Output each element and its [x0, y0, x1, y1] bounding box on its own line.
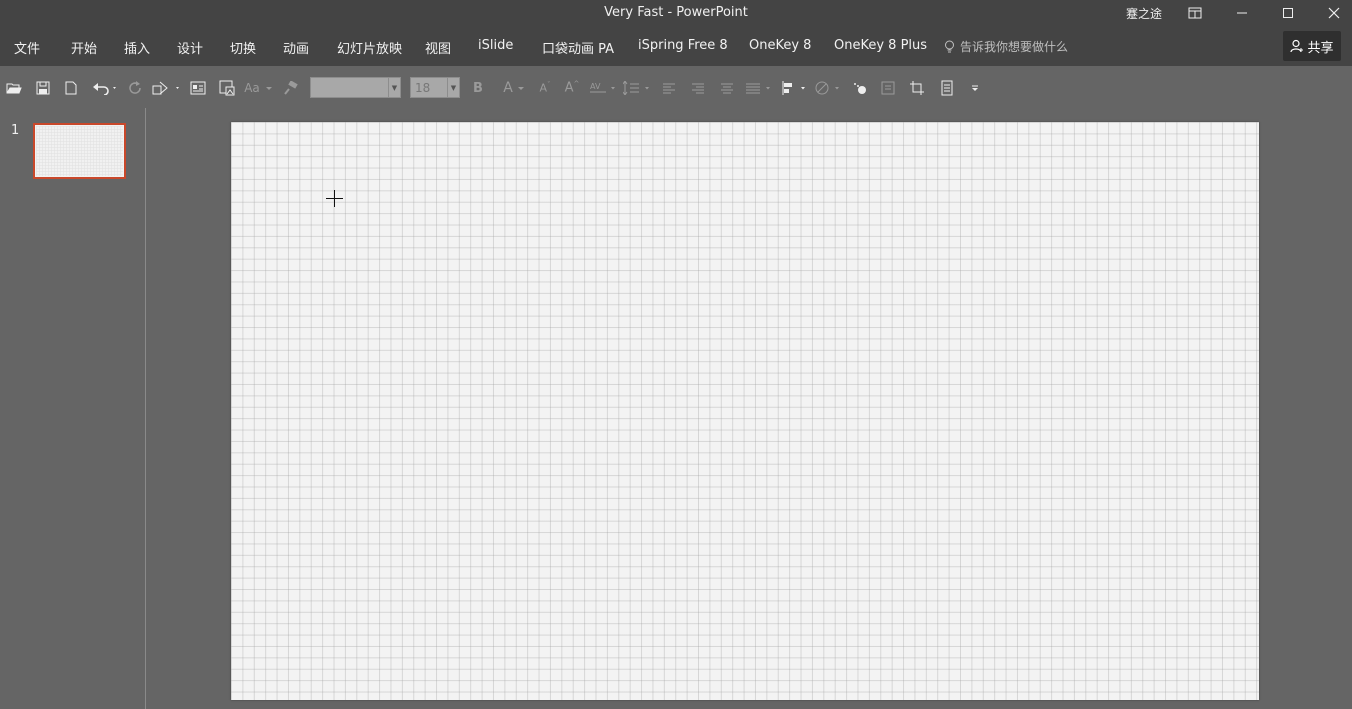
- tab-home[interactable]: 开始: [71, 38, 97, 57]
- change-case-label: Aa: [244, 81, 260, 95]
- bold-button[interactable]: B: [470, 78, 486, 98]
- slide-thumbnail-preview: [36, 126, 123, 176]
- new-document-icon[interactable]: [62, 78, 80, 98]
- tab-pocket-animation[interactable]: 口袋动画 PA: [542, 38, 614, 57]
- minimize-icon[interactable]: [1219, 0, 1265, 26]
- tab-transitions[interactable]: 切换: [230, 38, 256, 57]
- customize-toolbar-icon[interactable]: [967, 78, 983, 98]
- save-icon[interactable]: [34, 78, 52, 98]
- font-size-combo[interactable]: 18 ▼: [410, 77, 460, 98]
- tab-file[interactable]: 文件: [14, 38, 40, 57]
- tab-islide[interactable]: iSlide: [478, 38, 513, 53]
- tell-me-placeholder: 告诉我你想要做什么: [960, 40, 1069, 54]
- font-name-dropdown-icon[interactable]: ▼: [388, 78, 400, 97]
- tab-design[interactable]: 设计: [177, 38, 203, 57]
- slide-thumbnail[interactable]: [33, 123, 126, 179]
- notes-page-icon[interactable]: [938, 78, 956, 98]
- tab-slideshow[interactable]: 幻灯片放映: [337, 38, 402, 57]
- person-icon: [1290, 39, 1304, 53]
- tab-onekey[interactable]: OneKey 8: [749, 38, 811, 53]
- text-box-icon[interactable]: [189, 78, 207, 98]
- maximize-icon[interactable]: [1265, 0, 1311, 26]
- align-left-icon[interactable]: [660, 78, 678, 98]
- undo-icon[interactable]: [91, 78, 119, 98]
- slide-canvas[interactable]: [231, 122, 1259, 700]
- shape-fill-icon[interactable]: [814, 78, 844, 98]
- crosshair-cursor-icon: [326, 190, 343, 207]
- svg-text:AV: AV: [590, 82, 601, 91]
- tab-view[interactable]: 视图: [425, 38, 451, 57]
- animation-painter-icon[interactable]: [851, 78, 869, 98]
- lightbulb-icon: [945, 40, 954, 52]
- open-folder-icon[interactable]: [5, 78, 23, 98]
- close-icon[interactable]: [1311, 0, 1352, 26]
- picture-placeholder-icon[interactable]: [218, 78, 236, 98]
- share-label: 共享: [1307, 40, 1334, 56]
- redo-icon[interactable]: [127, 78, 145, 98]
- tab-onekey-plus[interactable]: OneKey 8 Plus: [834, 38, 927, 53]
- character-spacing-icon[interactable]: AV: [588, 78, 618, 98]
- decrease-font-size-icon[interactable]: Aˇ: [537, 78, 553, 98]
- tab-ispring[interactable]: iSpring Free 8: [638, 38, 728, 53]
- ribbon-display-options-icon[interactable]: [1172, 0, 1218, 26]
- ribbon-tabs: 文件 开始 插入 设计 切换 动画 幻灯片放映 视图 iSlide 口袋动画 P…: [0, 26, 1352, 66]
- format-painter-icon[interactable]: [282, 78, 300, 98]
- tab-insert[interactable]: 插入: [124, 38, 150, 57]
- shapes-icon[interactable]: [151, 78, 183, 98]
- align-objects-icon[interactable]: [780, 78, 810, 98]
- slide-number: 1: [11, 123, 20, 138]
- edit-text-icon[interactable]: [879, 78, 897, 98]
- line-spacing-icon[interactable]: [622, 78, 652, 98]
- font-size-value: 18: [415, 81, 431, 95]
- slide-thumbnail-pane: 1: [0, 108, 146, 709]
- share-button[interactable]: 共享: [1283, 31, 1341, 61]
- user-name[interactable]: 蹇之途: [1126, 5, 1162, 22]
- crop-icon[interactable]: [908, 78, 926, 98]
- title-bar: Very Fast - PowerPoint 蹇之途: [0, 0, 1352, 26]
- change-case-icon[interactable]: Aa: [243, 78, 275, 98]
- align-center-icon[interactable]: [718, 78, 736, 98]
- font-size-dropdown-icon[interactable]: ▼: [447, 78, 459, 97]
- align-right-icon[interactable]: [689, 78, 707, 98]
- tell-me-search[interactable]: 告诉我你想要做什么: [944, 38, 1068, 55]
- font-color-icon[interactable]: A: [500, 78, 528, 98]
- justify-icon[interactable]: [744, 78, 774, 98]
- increase-font-size-icon[interactable]: A^: [564, 78, 580, 98]
- font-name-combo[interactable]: ▼: [310, 77, 401, 98]
- tab-animations[interactable]: 动画: [283, 38, 309, 57]
